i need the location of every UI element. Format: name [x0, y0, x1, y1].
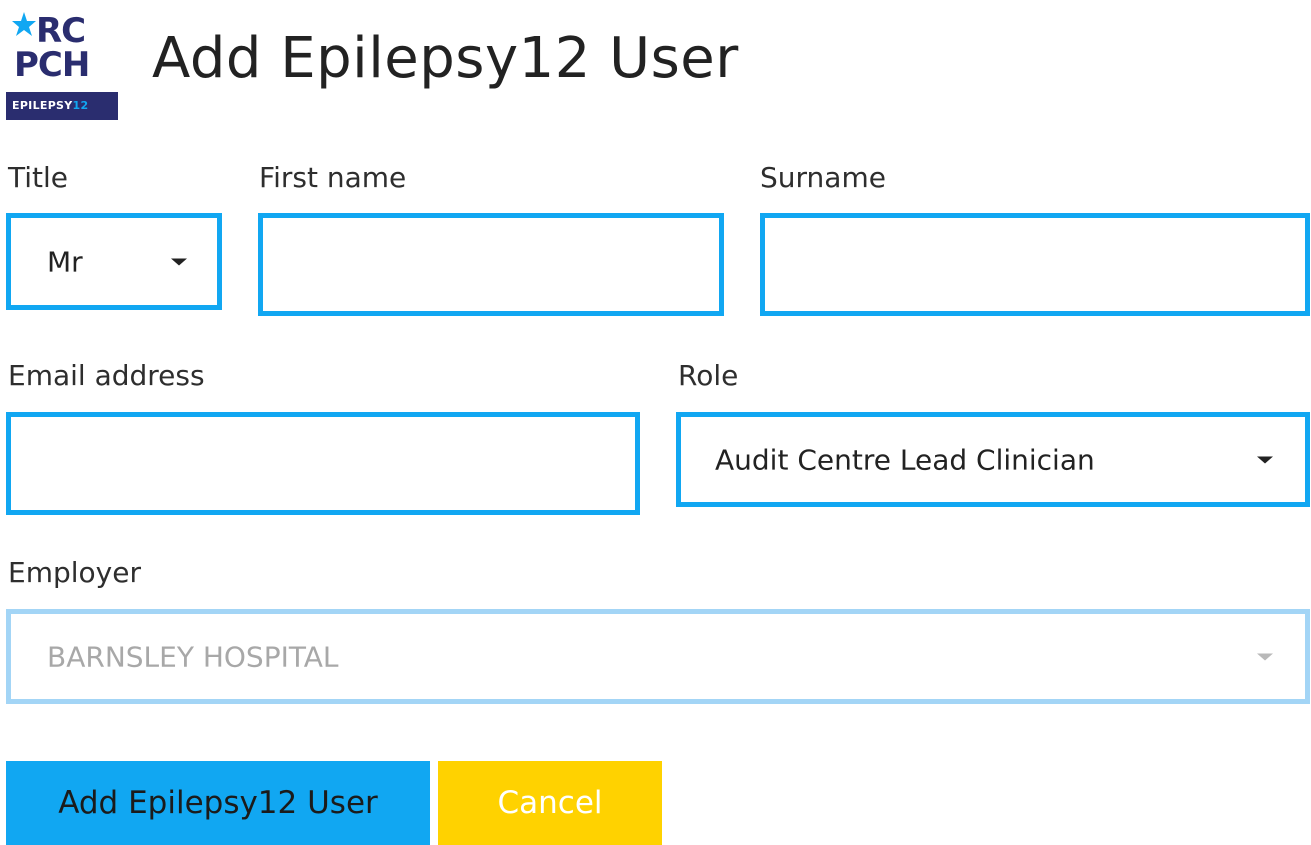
email-field[interactable] — [6, 412, 640, 515]
role-label: Role — [678, 359, 739, 392]
chevron-down-icon — [1257, 653, 1273, 660]
role-select-value: Audit Centre Lead Clinician — [715, 443, 1095, 476]
logo-band-suffix: 12 — [72, 99, 89, 112]
page-title: Add Epilepsy12 User — [152, 26, 739, 91]
surname-label: Surname — [760, 161, 886, 194]
star-person-icon — [12, 12, 36, 36]
first-name-label: First name — [259, 161, 407, 194]
surname-input[interactable] — [765, 218, 1305, 311]
first-name-field[interactable] — [258, 213, 724, 316]
email-label: Email address — [8, 359, 205, 392]
email-input[interactable] — [11, 417, 635, 510]
title-select[interactable]: Mr — [6, 213, 222, 310]
logo-band-prefix: EPILEPSY — [12, 99, 73, 112]
logo-band-text: EPILEPSY12 — [12, 100, 88, 112]
employer-select-value: BARNSLEY HOSPITAL — [47, 640, 339, 673]
first-name-input[interactable] — [263, 218, 719, 311]
add-user-button[interactable]: Add Epilepsy12 User — [6, 761, 430, 845]
employer-select: BARNSLEY HOSPITAL — [6, 609, 1310, 704]
title-select-value: Mr — [47, 245, 83, 278]
title-label: Title — [8, 161, 69, 194]
logo-band: EPILEPSY12 — [6, 92, 118, 120]
chevron-down-icon — [171, 258, 187, 265]
logo-text-rc: RC — [36, 11, 86, 51]
rcpch-epilepsy12-logo: RC PCH EPILEPSY12 — [6, 6, 118, 120]
surname-field[interactable] — [760, 213, 1310, 316]
chevron-down-icon — [1257, 456, 1273, 463]
logo-text-pch: PCH — [14, 45, 90, 85]
role-select[interactable]: Audit Centre Lead Clinician — [676, 412, 1310, 507]
cancel-button[interactable]: Cancel — [438, 761, 662, 845]
employer-label: Employer — [8, 556, 141, 589]
